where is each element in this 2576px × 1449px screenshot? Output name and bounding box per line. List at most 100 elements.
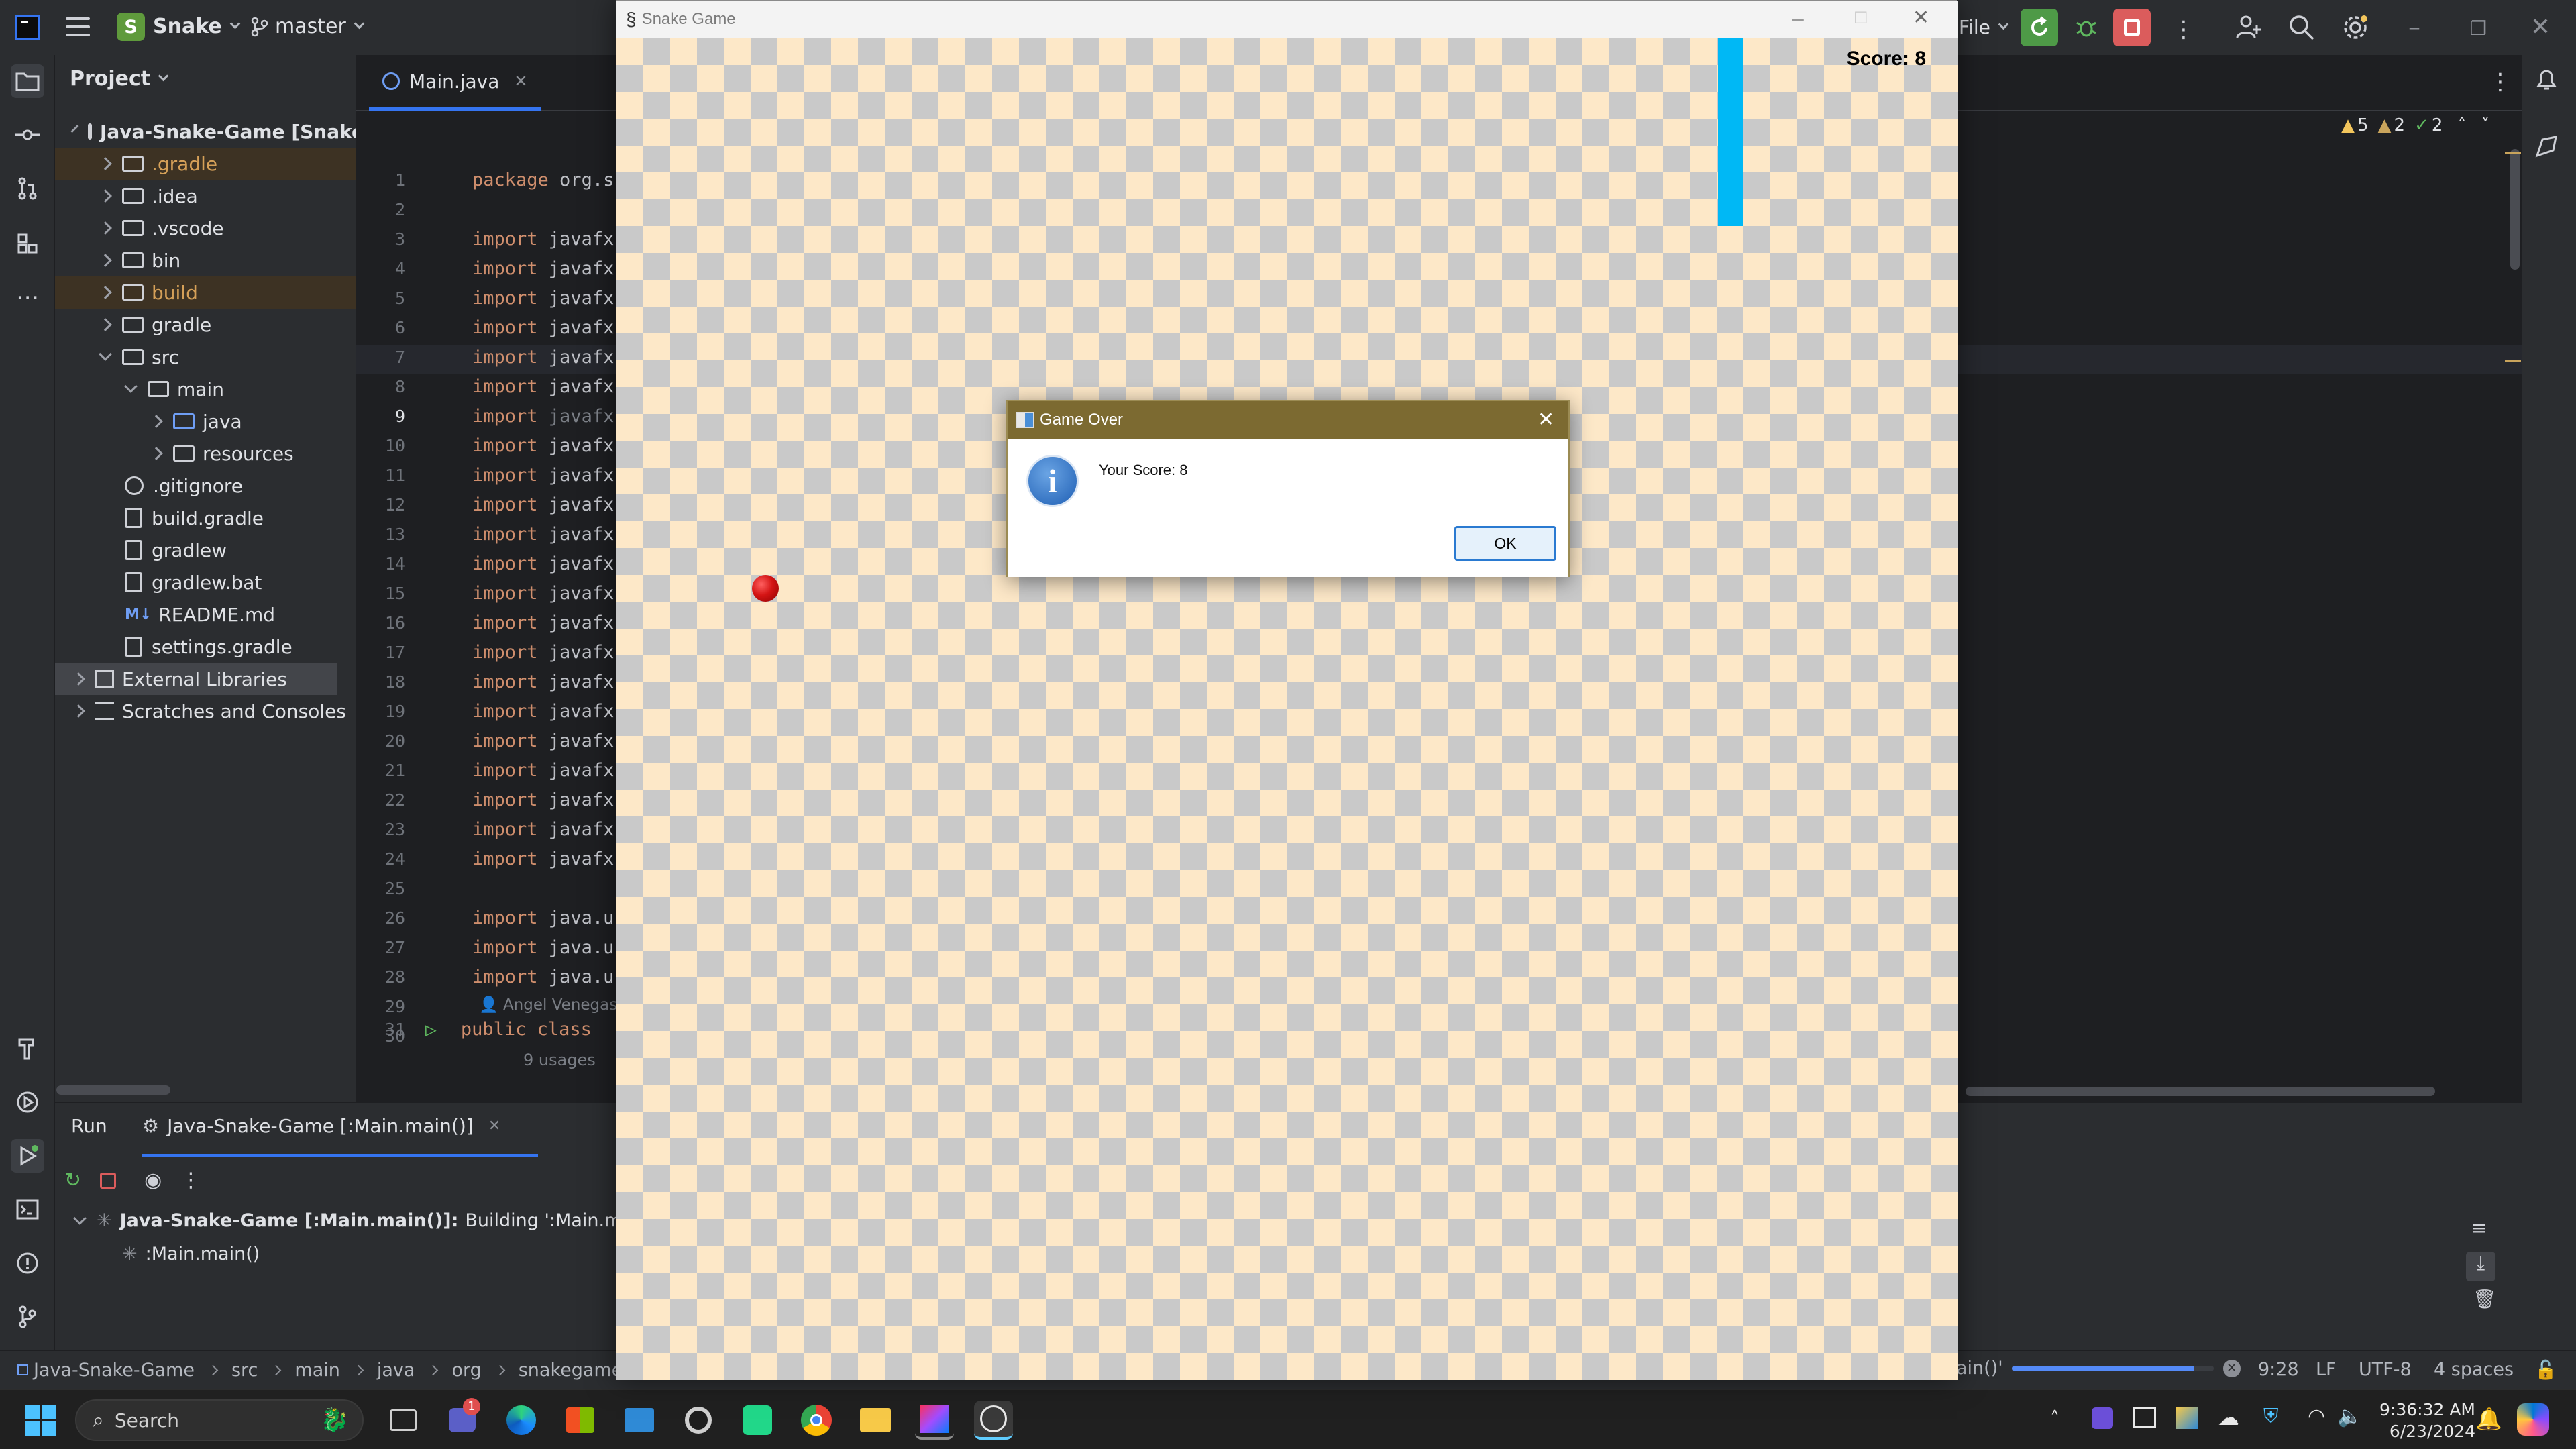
copilot-icon[interactable] [2517,1403,2549,1436]
code-line[interactable]: 29 [356,991,1362,1021]
edge-browser-icon[interactable] [502,1401,541,1440]
intellij-taskbar-icon[interactable] [915,1401,954,1440]
project-tool-icon[interactable] [11,64,44,98]
pull-requests-icon[interactable] [11,172,44,205]
breadcrumb-item[interactable]: main [294,1360,339,1381]
close-icon[interactable]: ✕ [2530,13,2551,41]
code-line[interactable]: 8 import javafx [356,372,1362,401]
tree-item-gitignore[interactable]: .gitignore [55,470,356,502]
code-line[interactable]: 22 import javafx [356,785,1362,814]
code-line[interactable]: 7 import javafx [356,342,1362,372]
build-tree-row[interactable]: ✳ Java-Snake-Game [:Main.main()]: Buildi… [73,1210,669,1231]
run-config-tab[interactable]: ⚙ Java-Snake-Game [:Main.main()] ✕ [142,1115,500,1137]
tree-item-java[interactable]: java [55,405,356,437]
tree-item-settings-gradle[interactable]: settings.gradle [55,631,356,663]
code-line[interactable]: 14 import javafx [356,549,1362,578]
chrome-icon[interactable] [797,1401,836,1440]
editor-vertical-scrollbar[interactable] [2510,149,2520,270]
java-app-taskbar-icon[interactable] [974,1401,1013,1440]
file-encoding[interactable]: UTF-8 [2359,1359,2412,1380]
terminal-icon[interactable] [11,1193,44,1226]
restore-icon[interactable]: ❐ [2470,17,2487,40]
close-icon[interactable]: ✕ [1913,6,1929,30]
breadcrumb-item[interactable]: snakegame [519,1360,623,1381]
stop-button[interactable] [2113,9,2151,46]
code-line[interactable]: 25 [356,873,1362,903]
indent-setting[interactable]: 4 spaces [2434,1359,2514,1380]
code-line[interactable]: 1 package org.s [356,165,1362,195]
dialog-close-icon[interactable]: ✕ [1538,408,1554,431]
tree-item-build[interactable]: build [55,276,356,309]
code-line[interactable]: 18 import javafx [356,667,1362,696]
defender-icon[interactable]: ⛨ [2263,1405,2279,1428]
tray-widget-icon[interactable] [2176,1407,2198,1429]
chevron-up-icon[interactable]: ˄ [2457,115,2466,136]
tree-item-src[interactable]: src [55,341,356,373]
rerun-icon[interactable]: ↻ [64,1169,81,1192]
tray-app-icon[interactable] [2092,1407,2113,1429]
intellij-logo-icon[interactable] [15,15,40,40]
code-line[interactable]: 5 import javafx [356,283,1362,313]
windows-start-icon[interactable] [24,1403,58,1442]
build-hammer-icon[interactable] [11,1032,44,1065]
close-tab-icon[interactable]: ✕ [488,1118,500,1134]
tree-item-build-gradle[interactable]: build.gradle [55,502,356,534]
line-separator[interactable]: LF [2316,1359,2337,1380]
code-line[interactable]: 19 import javafx [356,696,1362,726]
tree-item-gradle[interactable]: gradle [55,309,356,341]
ai-assistant-icon[interactable] [2533,133,2560,164]
editor-horizontal-scrollbar[interactable] [1966,1087,2435,1096]
settings-gear-icon[interactable] [2341,13,2369,46]
background-task[interactable]: ain()' ✕ [1956,1358,2241,1379]
add-user-icon[interactable] [2234,12,2263,46]
rerun-button[interactable] [2021,9,2058,46]
code-line[interactable]: 16 import javafx [356,608,1362,637]
breadcrumb-item[interactable]: java [377,1360,415,1381]
code-line[interactable]: 30 [356,1021,1362,1051]
code-line[interactable]: 26 import java.u [356,903,1362,932]
notifications-bell-icon[interactable] [2533,66,2560,97]
tray-device-icon[interactable] [2133,1407,2156,1428]
editor-tabs-menu-icon[interactable]: ⋮ [2489,68,2512,95]
pycharm-icon[interactable] [738,1401,777,1440]
control-panel-icon[interactable] [620,1401,659,1440]
code-line[interactable]: 6 import javafx [356,313,1362,342]
breadcrumb-item[interactable]: Java-Snake-Game [34,1360,195,1381]
lock-icon[interactable]: 🔓 [2534,1359,2557,1381]
code-line[interactable]: 13 import javafx [356,519,1362,549]
tree-item-bin[interactable]: bin [55,244,356,276]
search-icon[interactable] [2288,13,2316,46]
tree-item-gradlew[interactable]: gradlew [55,534,356,566]
onedrive-icon[interactable]: ☁ [2218,1405,2239,1430]
more-tools-icon[interactable]: ⋯ [11,280,44,314]
warning-marker[interactable] [2505,152,2521,154]
tree-item-resources[interactable]: resources [55,437,356,470]
code-line[interactable]: 21 import javafx [356,755,1362,785]
minimize-icon[interactable]: – [1792,6,1804,31]
code-line[interactable]: 23 import javafx [356,814,1362,844]
stop-icon[interactable] [100,1172,117,1189]
volume-icon[interactable]: 🔈 [2337,1405,2362,1428]
snake-window-title-bar[interactable]: § Snake Game – ☐ ✕ [616,1,1958,38]
minimize-icon[interactable]: – [2408,13,2420,41]
chevron-down-icon[interactable]: ˅ [2481,115,2489,136]
problems-icon[interactable] [11,1246,44,1280]
code-line[interactable]: 4 import javafx [356,254,1362,283]
microsoft-store-icon[interactable] [561,1401,600,1440]
tree-item-readme[interactable]: M↓ README.md [55,598,356,631]
tree-item-external-libraries[interactable]: External Libraries [55,663,337,695]
breadcrumb-item[interactable]: org [451,1360,481,1381]
project-badge[interactable]: S [117,13,145,41]
horizontal-scrollbar[interactable] [56,1085,170,1095]
code-line[interactable]: 15 import javafx [356,578,1362,608]
tree-item-main[interactable]: main [55,373,356,405]
more-actions-icon[interactable]: ⋮ [2172,16,2195,43]
soft-wrap-icon[interactable]: ≡ [2471,1217,2487,1239]
ok-button[interactable]: OK [1454,526,1556,561]
code-line[interactable]: 20 import javafx [356,726,1362,755]
code-line[interactable]: 12 import javafx [356,490,1362,519]
tree-item-vscode[interactable]: .vscode [55,212,356,244]
code-line[interactable]: 27 import java.u [356,932,1362,962]
usages-hint[interactable]: 9 usages [523,1051,596,1069]
obs-icon[interactable] [679,1401,718,1440]
